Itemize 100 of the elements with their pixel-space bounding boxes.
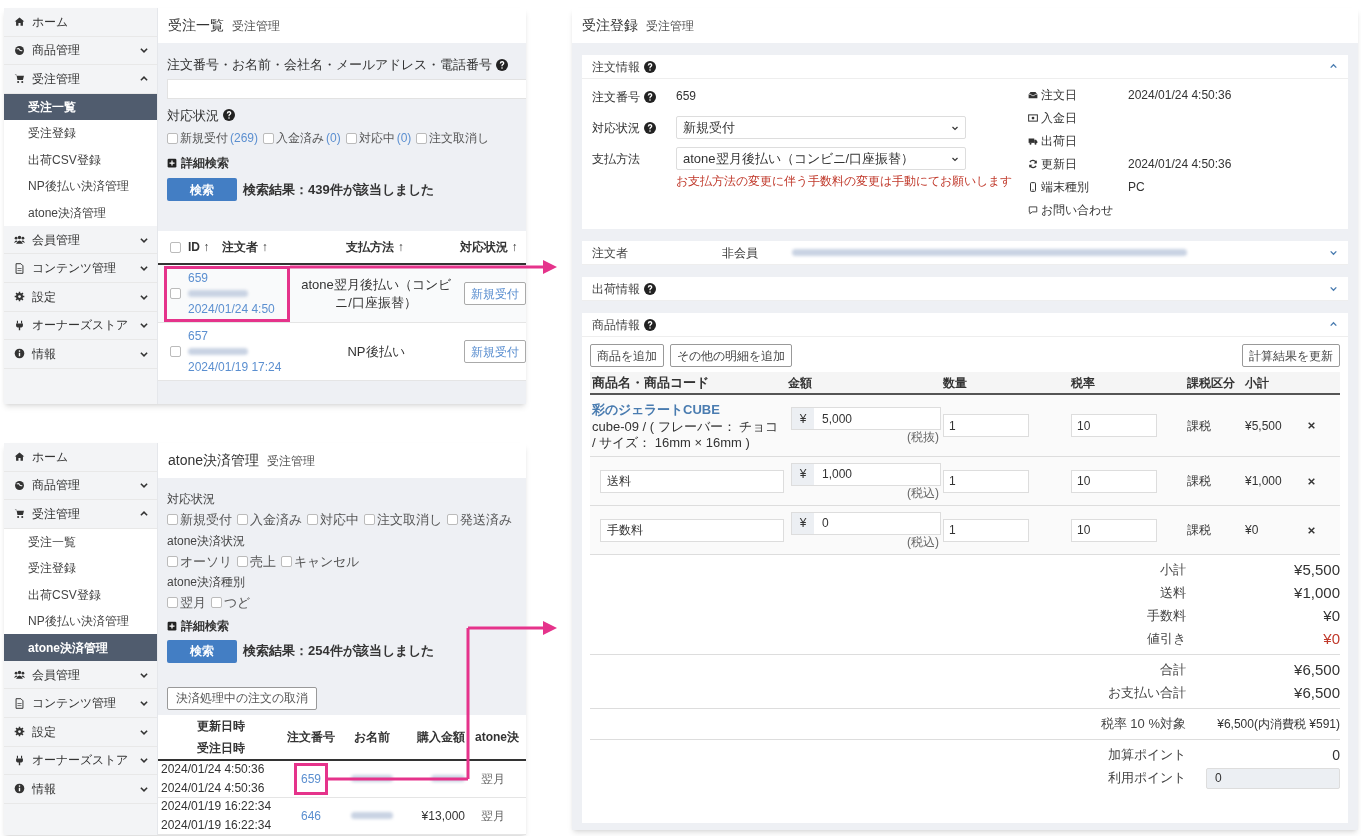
delete-icon[interactable]: [1307, 476, 1316, 486]
tax-class: 課税: [1187, 473, 1211, 490]
sidebar-subitem[interactable]: 受注一覧: [4, 93, 157, 121]
sidebar-subitem[interactable]: NP後払い決済管理: [4, 607, 157, 635]
sidebar-item[interactable]: オーナーズストア: [4, 746, 157, 776]
update-button[interactable]: 計算結果を更新: [1242, 344, 1340, 367]
column-header[interactable]: 対応状況 ↑: [451, 238, 526, 256]
document-icon: [14, 262, 25, 274]
field-label: 注文日: [1041, 87, 1077, 104]
column-header: 小計: [1245, 374, 1269, 392]
quantity-field[interactable]: 1: [943, 414, 1029, 437]
quantity-field[interactable]: 1: [943, 469, 1029, 493]
tax-rate-field[interactable]: 10: [1071, 469, 1157, 493]
sidebar-item[interactable]: 受注管理: [4, 500, 157, 529]
blurred-text: [351, 812, 393, 819]
checkbox[interactable]: [170, 241, 181, 253]
field-label: 注文番号・お名前・会社名・メールアドレス・電話番号: [167, 56, 492, 74]
sidebar-item[interactable]: 会員管理: [4, 225, 157, 255]
warning-note: お支払方法の変更に伴う手数料の変更は手動にてお願いします: [676, 173, 1012, 190]
sidebar-item[interactable]: 商品管理: [4, 471, 157, 501]
delete-icon[interactable]: [1307, 525, 1316, 535]
item-name-field[interactable]: 送料: [600, 469, 784, 493]
checkbox[interactable]: [281, 555, 292, 567]
sidebar-item[interactable]: 設定: [4, 717, 157, 747]
page-title: atone決済管理: [168, 451, 260, 470]
product-name-link[interactable]: 彩のジェラートCUBE: [592, 399, 720, 420]
checkbox[interactable]: [167, 514, 178, 526]
field-label: 対応状況: [592, 119, 640, 137]
summary-label: 手数料: [1147, 607, 1186, 626]
checkbox[interactable]: [170, 288, 181, 299]
add-button[interactable]: その他の明細を追加: [670, 344, 792, 367]
checkbox[interactable]: [211, 597, 222, 609]
checkbox[interactable]: [167, 597, 178, 609]
sidebar-item[interactable]: ホーム: [4, 443, 157, 472]
payment-method: atone翌月後払い（コンビニ/口座振替）: [300, 275, 452, 312]
field-value: 659: [676, 88, 697, 105]
plug-icon: [14, 319, 25, 331]
sidebar-item[interactable]: 情報: [4, 340, 157, 369]
points-field[interactable]: 0: [1206, 767, 1340, 789]
search-button[interactable]: 検索: [167, 639, 237, 663]
field-label: お問い合わせ: [1041, 202, 1113, 219]
cancel-button[interactable]: 決済処理中の注文の取消: [167, 686, 317, 710]
checkbox[interactable]: [237, 555, 248, 567]
delete-icon[interactable]: [1307, 421, 1316, 430]
status-button[interactable]: 新規受付: [464, 282, 526, 305]
item-name-field[interactable]: 手数料: [600, 518, 784, 542]
column-header[interactable]: 支払方法 ↑: [298, 238, 452, 256]
checkbox[interactable]: [170, 346, 181, 357]
column-header: 数量: [943, 374, 967, 392]
checkbox[interactable]: [447, 514, 458, 526]
sidebar-subitem[interactable]: NP後払い決済管理: [4, 172, 157, 200]
field-label: 支払方法: [592, 150, 640, 168]
summary-label: 送料: [1160, 584, 1186, 603]
checkbox[interactable]: [307, 514, 318, 526]
sidebar-subitem[interactable]: 受注登録: [4, 555, 157, 582]
sidebar-item[interactable]: ホーム: [4, 8, 157, 37]
globe-icon: [14, 479, 25, 491]
column-header[interactable]: ID ↑: [188, 238, 223, 256]
column-header[interactable]: 注文者 ↑: [222, 238, 299, 256]
sidebar-subitem[interactable]: 受注登録: [4, 120, 157, 147]
sidebar-subitem[interactable]: 受注一覧: [4, 528, 157, 556]
sidebar-item[interactable]: 商品管理: [4, 36, 157, 66]
status-button[interactable]: 新規受付: [464, 340, 526, 363]
summary-value: ¥1,000: [1293, 582, 1340, 603]
tax-rate-field[interactable]: 10: [1071, 518, 1157, 542]
checkbox[interactable]: [345, 132, 357, 144]
sidebar-item[interactable]: 設定: [4, 282, 157, 312]
price-field[interactable]: ¥ 1,000: [791, 462, 941, 486]
checkbox[interactable]: [167, 555, 178, 567]
checkbox-label: 翌月: [180, 594, 206, 612]
add-button[interactable]: 商品を追加: [590, 344, 664, 367]
select-field[interactable]: 新規受付: [676, 116, 966, 139]
help-icon: [644, 60, 656, 73]
advanced-search-link[interactable]: 詳細検索: [181, 616, 229, 635]
checkbox[interactable]: [416, 132, 428, 144]
summary-label: 加算ポイント: [1108, 746, 1186, 765]
sidebar-subitem[interactable]: 出荷CSV登録: [4, 581, 157, 608]
price-field[interactable]: ¥ 5,000: [791, 407, 941, 430]
sidebar-subitem[interactable]: atone決済管理: [4, 199, 157, 226]
checkbox[interactable]: [237, 514, 248, 526]
select-field[interactable]: atone翌月後払い（コンビニ/口座振替）: [676, 147, 966, 170]
sidebar-item[interactable]: オーナーズストア: [4, 311, 157, 341]
search-button[interactable]: 検索: [167, 178, 237, 201]
quantity-field[interactable]: 1: [943, 518, 1029, 542]
sidebar-item[interactable]: コンテンツ管理: [4, 254, 157, 283]
sidebar-item[interactable]: コンテンツ管理: [4, 689, 157, 718]
tax-rate-field[interactable]: 10: [1071, 414, 1157, 437]
sidebar-item[interactable]: 情報: [4, 775, 157, 804]
checkbox[interactable]: [263, 132, 274, 144]
sidebar-item[interactable]: 受注管理: [4, 65, 157, 94]
points-value: 0: [1331, 745, 1340, 765]
advanced-search-link[interactable]: 詳細検索: [181, 154, 229, 172]
checkbox[interactable]: [364, 514, 375, 526]
checkbox[interactable]: [167, 132, 178, 144]
sidebar-subitem[interactable]: 出荷CSV登録: [4, 146, 157, 173]
field-label: 更新日: [1041, 156, 1077, 173]
price-field[interactable]: ¥ 0: [791, 511, 941, 535]
sidebar-item[interactable]: 会員管理: [4, 660, 157, 690]
search-field[interactable]: [167, 78, 526, 99]
sidebar-subitem[interactable]: atone決済管理: [4, 634, 157, 661]
